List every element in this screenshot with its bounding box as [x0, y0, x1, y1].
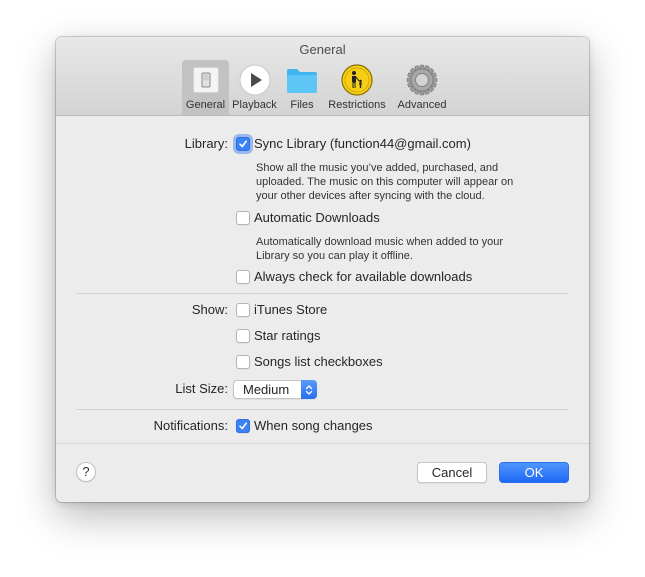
star-ratings-label: Star ratings: [254, 328, 321, 343]
show-label: Show:: [191, 302, 228, 317]
window-title: General: [299, 42, 346, 57]
automatic-downloads-label: Automatic Downloads: [254, 210, 380, 225]
list-size-label: List Size:: [175, 381, 228, 396]
cancel-button[interactable]: Cancel: [417, 462, 487, 483]
star-ratings-row: Star ratings: [56, 327, 589, 347]
always-check-downloads-checkbox[interactable]: [236, 270, 250, 284]
always-check-row: Always check for available downloads: [56, 268, 589, 288]
notifications-label: Notifications:: [153, 418, 228, 433]
general-switch-icon: [189, 63, 223, 97]
library-label: Library:: [184, 136, 228, 151]
checkmark-icon: [239, 422, 247, 430]
automatic-downloads-description: Automatically download music when added …: [256, 236, 504, 262]
songs-list-checkboxes-label: Songs list checkboxes: [254, 354, 383, 369]
itunes-store-label: iTunes Store: [254, 302, 328, 317]
songs-list-checkboxes-checkbox[interactable]: [236, 355, 250, 369]
tab-advanced[interactable]: Advanced: [390, 60, 454, 115]
sync-library-checkbox[interactable]: [236, 137, 250, 151]
itunes-store-checkbox[interactable]: [236, 303, 250, 317]
automatic-downloads-checkbox[interactable]: [236, 211, 250, 225]
sync-library-label: Sync Library (function44@gmail.com): [254, 136, 471, 151]
play-icon: [238, 63, 272, 97]
chevron-up-down-icon: [301, 380, 317, 399]
list-size-select[interactable]: Medium: [233, 380, 317, 399]
preferences-toolbar: General Playback Files Restrictions Adva…: [182, 60, 454, 115]
sync-library-row: Library: Sync Library (function44@gmail.…: [56, 135, 589, 155]
dialog-footer: ? Cancel OK: [56, 443, 589, 502]
when-song-changes-checkbox[interactable]: [236, 419, 250, 433]
list-size-value: Medium: [243, 382, 290, 397]
notifications-row: Notifications: When song changes: [56, 417, 589, 437]
tab-general[interactable]: General: [182, 60, 229, 115]
list-size-row: List Size: Medium: [56, 380, 589, 400]
parental-restrictions-icon: [340, 63, 374, 97]
sync-library-description: Show all the music you’ve added, purchas…: [256, 162, 514, 202]
songs-list-checkboxes-row: Songs list checkboxes: [56, 353, 589, 373]
tab-playback[interactable]: Playback: [229, 60, 280, 115]
automatic-downloads-row: Automatic Downloads: [56, 209, 589, 229]
help-button[interactable]: ?: [76, 462, 96, 482]
preferences-window: General General Playback Files Restricti…: [56, 37, 589, 502]
separator: [76, 293, 569, 294]
star-ratings-checkbox[interactable]: [236, 329, 250, 343]
itunes-store-row: Show: iTunes Store: [56, 301, 589, 321]
gear-icon: [405, 63, 439, 97]
checkmark-icon: [239, 140, 247, 148]
always-check-downloads-label: Always check for available downloads: [254, 269, 473, 284]
separator: [76, 409, 569, 410]
tab-files[interactable]: Files: [280, 60, 324, 115]
tab-restrictions[interactable]: Restrictions: [324, 60, 390, 115]
when-song-changes-label: When song changes: [254, 418, 373, 433]
folder-icon: [285, 63, 319, 97]
title-bar: General General Playback Files Restricti…: [56, 37, 589, 116]
ok-button[interactable]: OK: [499, 462, 569, 483]
